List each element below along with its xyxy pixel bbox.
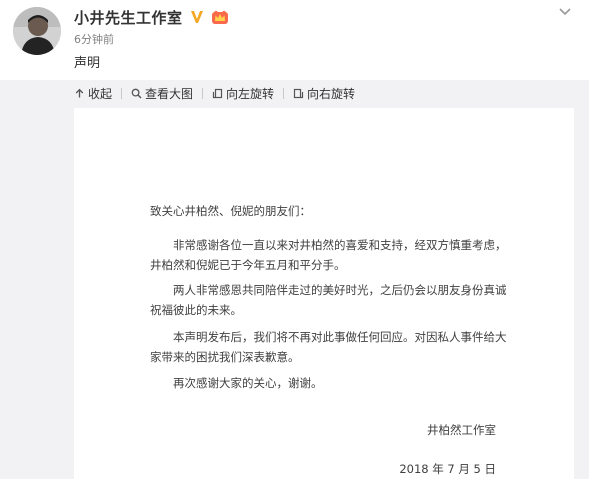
image-toolbar: 收起 查看大图 向左旋转 向右旋转 xyxy=(74,84,355,102)
statement-signature: 井柏然工作室 xyxy=(427,423,496,437)
toolbar-divider xyxy=(121,87,123,99)
post-header: 小井先生工作室 6分钟前 声明 xyxy=(0,0,589,80)
post-time[interactable]: 6分钟前 xyxy=(74,31,114,47)
statement-paragraph: 再次感谢大家的关心，谢谢。 xyxy=(173,376,323,390)
author-row: 小井先生工作室 xyxy=(74,6,229,28)
verified-v-icon[interactable] xyxy=(189,9,205,25)
statement-greeting: 致关心井柏然、倪妮的朋友们： xyxy=(150,204,311,218)
rotate-right-label: 向右旋转 xyxy=(307,86,356,101)
rotate-left-icon xyxy=(212,88,223,99)
collapse-up-arrow-icon xyxy=(74,88,85,99)
rotate-right-icon xyxy=(293,88,304,99)
statement-paragraph: 非常感谢各位一直以来对井柏然的喜爱和支持，经双方慎重考虑，井柏然和倪妮已于今年五… xyxy=(150,238,507,272)
vip-crown-icon[interactable] xyxy=(211,9,229,25)
author-name[interactable]: 小井先生工作室 xyxy=(74,7,183,28)
magnifier-icon xyxy=(131,88,142,99)
chevron-down-icon[interactable] xyxy=(558,2,572,16)
toolbar-divider xyxy=(202,87,204,99)
statement-paragraph: 本声明发布后，我们将不再对此事做任何回应。对因私人事件给大家带来的困扰我们深表歉… xyxy=(150,330,507,364)
collapse-label: 收起 xyxy=(88,86,113,101)
statement-image[interactable]: 致关心井柏然、倪妮的朋友们： 非常感谢各位一直以来对井柏然的喜爱和支持，经双方慎… xyxy=(74,108,574,479)
view-large-button[interactable]: 查看大图 xyxy=(131,85,193,102)
toolbar-divider xyxy=(283,87,285,99)
rotate-right-button[interactable]: 向右旋转 xyxy=(293,85,355,102)
view-large-label: 查看大图 xyxy=(145,86,194,101)
statement-date: 2018 年 7 月 5 日 xyxy=(399,462,496,476)
statement-paragraph: 两人非常感恩共同陪伴走过的美好时光，之后仍会以朋友身份真诚祝福彼此的未来。 xyxy=(150,283,507,317)
avatar-photo xyxy=(13,7,61,55)
avatar[interactable] xyxy=(13,7,61,55)
rotate-left-label: 向左旋转 xyxy=(226,86,275,101)
rotate-left-button[interactable]: 向左旋转 xyxy=(212,85,274,102)
post-text: 声明 xyxy=(74,56,101,71)
collapse-button[interactable]: 收起 xyxy=(74,85,112,102)
